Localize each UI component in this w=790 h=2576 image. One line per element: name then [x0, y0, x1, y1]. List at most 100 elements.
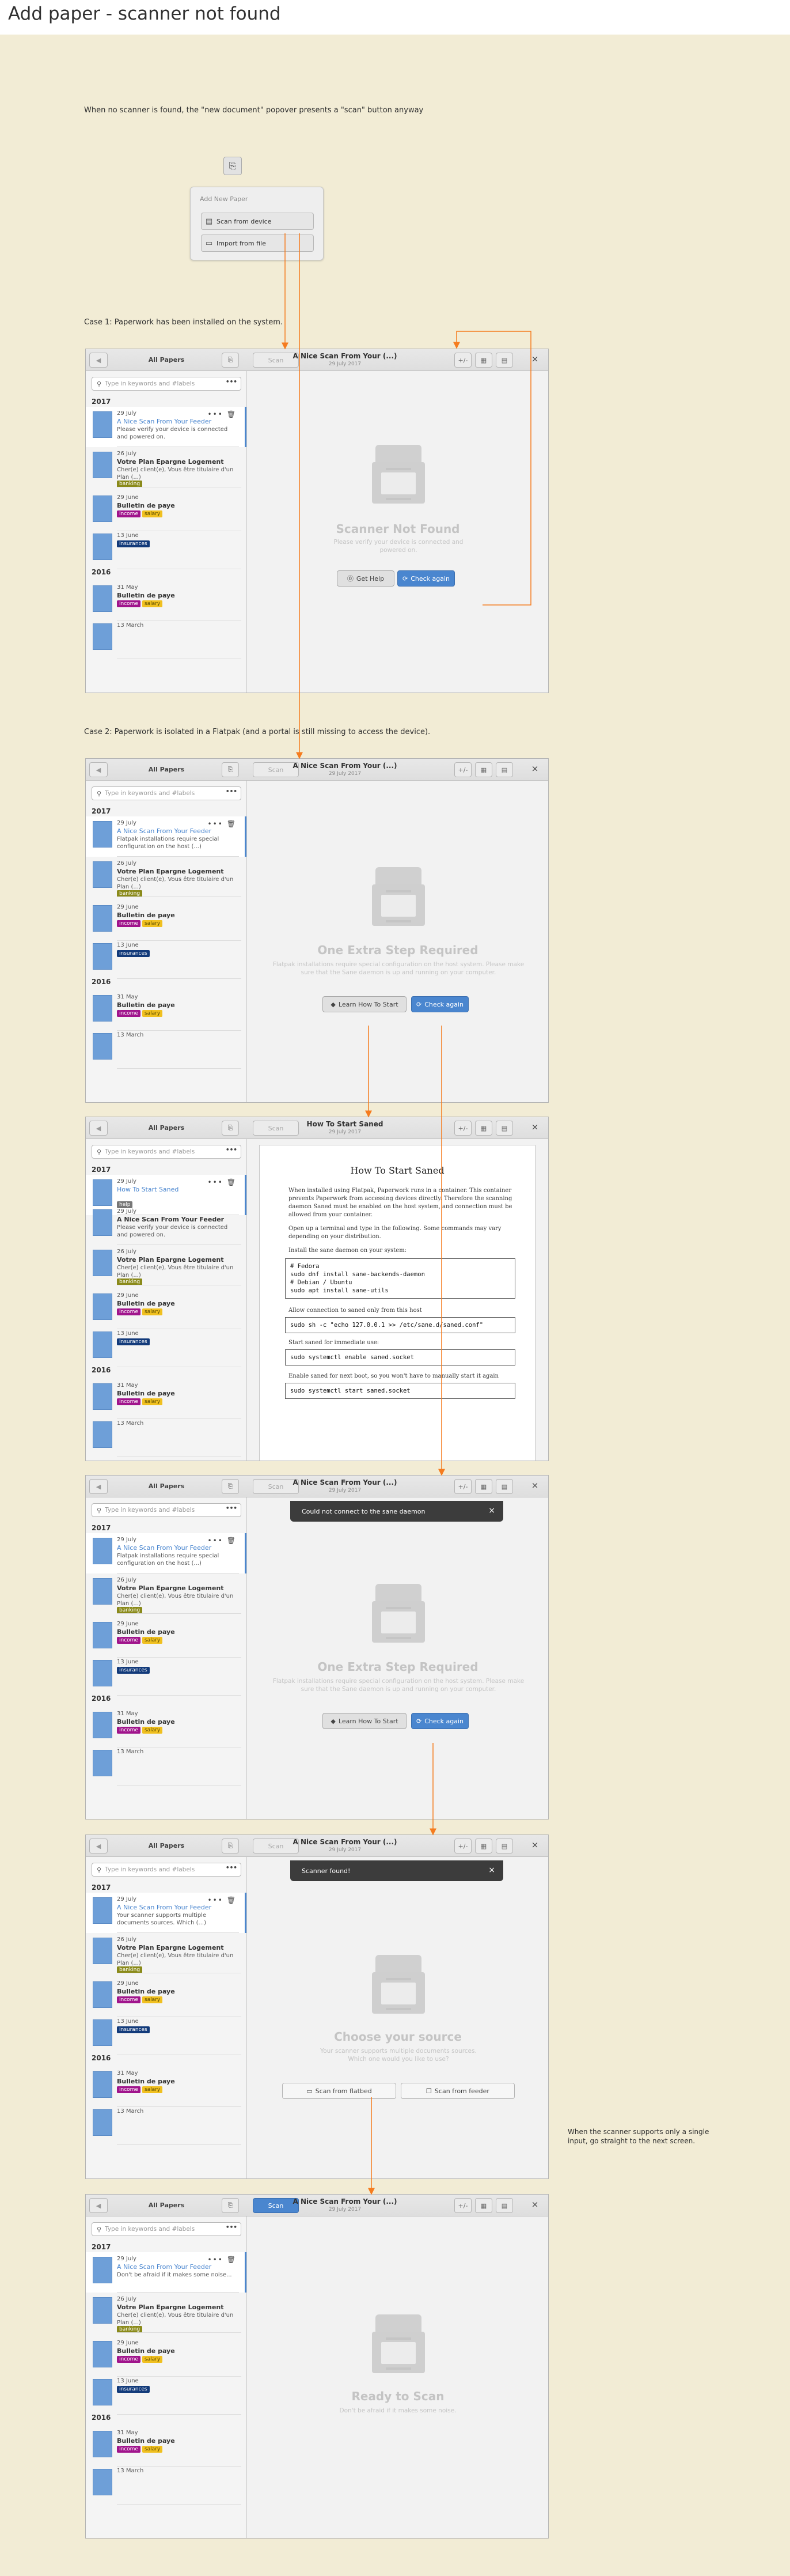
scan-from-device-button[interactable]: ▤ Scan from device: [201, 213, 314, 230]
search-input[interactable]: ⚲ Type in keywords and #labels •••: [92, 2222, 241, 2236]
close-icon[interactable]: ×: [488, 1866, 495, 1875]
document-row[interactable]: 29 June Bulletin de paye income salary: [86, 1617, 246, 1658]
document-row[interactable]: 26 July Votre Plan Epargne Logement Cher(e…: [86, 857, 246, 897]
grid-view-button[interactable]: ▦: [475, 1479, 492, 1494]
document-row[interactable]: 13 June insurances: [86, 529, 246, 569]
close-icon[interactable]: ×: [488, 1506, 495, 1515]
more-icon[interactable]: •••: [208, 820, 223, 828]
zoom-button[interactable]: +/-: [454, 353, 472, 368]
search-input[interactable]: ⚲ Type in keywords and #labels •••: [92, 1863, 241, 1877]
search-options-icon[interactable]: •••: [226, 379, 237, 385]
properties-button[interactable]: ▤: [496, 1839, 513, 1853]
back-button[interactable]: ◀: [89, 353, 108, 368]
close-window-button[interactable]: ×: [528, 1122, 542, 1132]
delete-icon[interactable]: 🗑: [227, 1896, 237, 1904]
document-row[interactable]: 29 June Bulletin de paye income salary: [86, 2336, 246, 2377]
document-row[interactable]: 29 June Bulletin de paye income salary: [86, 491, 246, 531]
document-row[interactable]: 13 March: [86, 619, 246, 659]
new-document-button[interactable]: ⎘: [222, 762, 239, 777]
close-window-button[interactable]: ×: [528, 2199, 542, 2210]
more-icon[interactable]: •••: [208, 1896, 223, 1904]
grid-view-button[interactable]: ▦: [475, 1121, 492, 1136]
delete-icon[interactable]: 🗑: [227, 410, 237, 418]
document-row[interactable]: 29 July A Nice Scan From Your Feeder Your …: [86, 1893, 246, 1933]
document-row[interactable]: 26 July Votre Plan Epargne Logement Cher(e…: [86, 1245, 246, 1285]
properties-button[interactable]: ▤: [496, 353, 513, 368]
document-row[interactable]: 13 March: [86, 2105, 246, 2145]
document-row[interactable]: 29 July A Nice Scan From Your Feeder Don't…: [86, 2252, 246, 2293]
zoom-button[interactable]: +/-: [454, 2198, 472, 2213]
check-again-button[interactable]: ⟳ Check again: [411, 996, 469, 1012]
document-row[interactable]: 13 March: [86, 1745, 246, 1786]
back-button[interactable]: ◀: [89, 2198, 108, 2213]
back-button[interactable]: ◀: [89, 1121, 108, 1136]
search-options-icon[interactable]: •••: [226, 2224, 237, 2231]
more-icon[interactable]: •••: [208, 410, 223, 418]
document-row[interactable]: 29 June Bulletin de paye income salary: [86, 901, 246, 941]
document-row[interactable]: 31 May Bulletin de paye income salary: [86, 581, 246, 621]
grid-view-button[interactable]: ▦: [475, 353, 492, 368]
document-row[interactable]: 31 May Bulletin de paye income salary: [86, 1379, 246, 1419]
back-button[interactable]: ◀: [89, 1839, 108, 1853]
new-document-button[interactable]: ⎘: [222, 1479, 239, 1494]
zoom-button[interactable]: +/-: [454, 1479, 472, 1494]
import-from-file-button[interactable]: ▭ Import from file: [201, 234, 314, 252]
learn-how-button[interactable]: ◆ Learn How To Start: [322, 1713, 407, 1729]
new-document-button[interactable]: ⎘: [222, 1121, 239, 1136]
grid-view-button[interactable]: ▦: [475, 2198, 492, 2213]
properties-button[interactable]: ▤: [496, 1479, 513, 1494]
new-document-button[interactable]: ⎘: [222, 353, 239, 368]
document-row[interactable]: 26 July Votre Plan Epargne Logement Cher(e…: [86, 1573, 246, 1614]
zoom-button[interactable]: +/-: [454, 1121, 472, 1136]
search-input[interactable]: ⚲ Type in keywords and #labels •••: [92, 1503, 241, 1517]
document-row[interactable]: 26 July Votre Plan Epargne Logement Cher(e…: [86, 1933, 246, 1973]
search-input[interactable]: ⚲ Type in keywords and #labels •••: [92, 786, 241, 800]
grid-view-button[interactable]: ▦: [475, 1839, 492, 1853]
delete-icon[interactable]: 🗑: [227, 2256, 237, 2264]
document-row[interactable]: 13 June insurances: [86, 1327, 246, 1367]
new-document-button[interactable]: ⎘: [223, 157, 242, 175]
document-row[interactable]: 31 May Bulletin de paye income salary: [86, 2067, 246, 2107]
search-options-icon[interactable]: •••: [226, 788, 237, 795]
document-row[interactable]: 13 March: [86, 2464, 246, 2505]
back-button[interactable]: ◀: [89, 1479, 108, 1494]
properties-button[interactable]: ▤: [496, 2198, 513, 2213]
properties-button[interactable]: ▤: [496, 762, 513, 777]
close-window-button[interactable]: ×: [528, 1840, 542, 1850]
search-options-icon[interactable]: •••: [226, 1864, 237, 1871]
search-input[interactable]: ⚲ Type in keywords and #labels •••: [92, 377, 241, 391]
document-row[interactable]: 29 July A Nice Scan From Your Feeder Flatp…: [86, 816, 246, 857]
search-input[interactable]: ⚲ Type in keywords and #labels •••: [92, 1145, 241, 1159]
learn-how-button[interactable]: ◆ Learn How To Start: [322, 996, 407, 1012]
document-row[interactable]: 13 June insurances: [86, 939, 246, 979]
document-row[interactable]: 26 July Votre Plan Epargne Logement Cher(e…: [86, 2293, 246, 2333]
document-row[interactable]: 13 June insurances: [86, 1655, 246, 1696]
document-row[interactable]: 13 June insurances: [86, 2015, 246, 2055]
document-row[interactable]: 26 July Votre Plan Epargne Logement Cher(e…: [86, 447, 246, 487]
scan-from-flatbed-button[interactable]: ▭ Scan from flatbed: [282, 2083, 396, 2099]
more-icon[interactable]: •••: [208, 1178, 223, 1186]
document-row[interactable]: 31 May Bulletin de paye income salary: [86, 1707, 246, 1747]
document-row[interactable]: 29 July A Nice Scan From Your Feeder Pleas…: [86, 407, 246, 447]
document-row[interactable]: 31 May Bulletin de paye income salary: [86, 2426, 246, 2467]
search-options-icon[interactable]: •••: [226, 1147, 237, 1153]
document-row[interactable]: 13 March: [86, 1417, 246, 1457]
properties-button[interactable]: ▤: [496, 1121, 513, 1136]
close-window-button[interactable]: ×: [528, 1480, 542, 1491]
document-row[interactable]: 13 March: [86, 1028, 246, 1069]
check-again-button[interactable]: ⟳ Check again: [411, 1713, 469, 1729]
back-button[interactable]: ◀: [89, 762, 108, 777]
delete-icon[interactable]: 🗑: [227, 1178, 237, 1186]
get-help-button[interactable]: ⓪ Get Help: [337, 570, 394, 587]
new-document-button[interactable]: ⎘: [222, 1839, 239, 1853]
more-icon[interactable]: •••: [208, 2256, 223, 2264]
document-row[interactable]: 29 June Bulletin de paye income salary: [86, 1289, 246, 1329]
document-row[interactable]: 13 June insurances: [86, 2374, 246, 2415]
document-row[interactable]: 29 June Bulletin de paye income salary: [86, 1977, 246, 2017]
check-again-button[interactable]: ⟳ Check again: [397, 570, 455, 587]
close-window-button[interactable]: ×: [528, 763, 542, 774]
new-document-button[interactable]: ⎘: [222, 2198, 239, 2213]
document-row[interactable]: 29 July A Nice Scan From Your Feeder Flatp…: [86, 1533, 246, 1573]
document-row[interactable]: 29 July A Nice Scan From Your Feeder Pleas…: [86, 1205, 246, 1245]
delete-icon[interactable]: 🗑: [227, 820, 237, 828]
